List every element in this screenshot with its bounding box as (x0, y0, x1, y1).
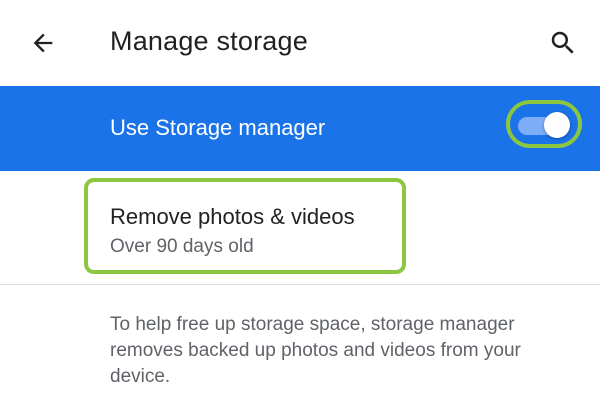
remove-photos-videos-title: Remove photos & videos (110, 204, 355, 229)
storage-manager-switch-row[interactable]: Use Storage manager (0, 86, 600, 171)
remove-photos-videos-summary: Over 90 days old (110, 236, 254, 257)
storage-manager-toggle[interactable] (518, 112, 570, 138)
toggle-thumb (544, 112, 570, 138)
page-title: Manage storage (110, 26, 308, 56)
storage-manager-label: Use Storage manager (110, 115, 326, 140)
arrow-back-icon (33, 33, 53, 53)
search-icon (551, 31, 574, 54)
remove-photos-videos-item[interactable]: Remove photos & videos Over 90 days old (84, 178, 406, 274)
footer-description: To help free up storage space, storage m… (110, 314, 521, 387)
back-button[interactable] (22, 22, 64, 64)
search-button[interactable] (542, 22, 584, 64)
divider (0, 284, 600, 285)
app-bar: Manage storage (0, 0, 600, 86)
